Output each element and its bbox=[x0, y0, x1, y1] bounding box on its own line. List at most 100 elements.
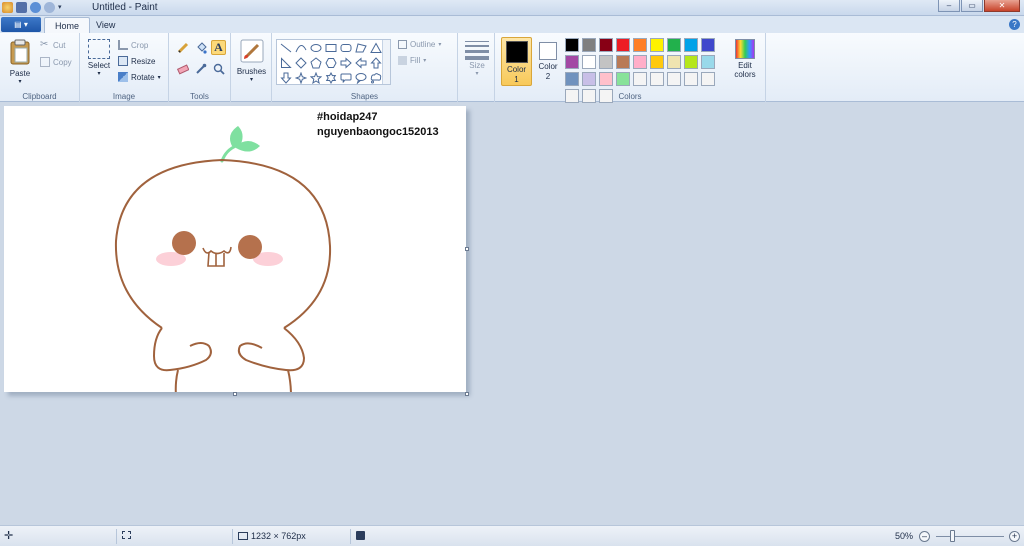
cursor-position: ✛ bbox=[4, 531, 13, 542]
color1-label: Color 1 bbox=[506, 65, 527, 84]
hexagon-shape-icon[interactable] bbox=[324, 56, 338, 70]
color2-button[interactable]: Color 2 bbox=[535, 37, 561, 82]
fill-button[interactable]: Fill ▾ bbox=[398, 56, 426, 65]
undo-icon[interactable] bbox=[30, 2, 41, 13]
triangle-shape-icon[interactable] bbox=[369, 41, 383, 55]
text-icon[interactable]: A bbox=[211, 40, 226, 55]
palette-swatch[interactable] bbox=[565, 55, 579, 69]
palette-swatch[interactable] bbox=[684, 38, 698, 52]
palette-swatch[interactable] bbox=[650, 55, 664, 69]
color1-button[interactable]: Color 1 bbox=[501, 37, 532, 86]
app-menu-button[interactable]: ▤ ▾ bbox=[1, 17, 41, 32]
palette-swatch[interactable] bbox=[701, 38, 715, 52]
copy-button[interactable]: Copy bbox=[40, 57, 72, 67]
palette-swatch[interactable] bbox=[633, 72, 647, 86]
resize-handle-corner[interactable] bbox=[465, 392, 469, 396]
palette-swatch[interactable] bbox=[701, 72, 715, 86]
color-picker-icon[interactable] bbox=[193, 61, 208, 76]
cloud-callout-shape-icon[interactable] bbox=[369, 71, 383, 85]
outline-button[interactable]: Outline ▾ bbox=[398, 40, 441, 49]
zoom-in-button[interactable]: + bbox=[1009, 531, 1020, 542]
polygon-shape-icon[interactable] bbox=[354, 41, 368, 55]
shapes-scrollbar[interactable] bbox=[382, 40, 390, 84]
resize-button[interactable]: Resize bbox=[118, 56, 155, 66]
rectangle-shape-icon[interactable] bbox=[324, 41, 338, 55]
tab-home[interactable]: Home bbox=[44, 17, 91, 33]
curve-shape-icon[interactable] bbox=[294, 41, 308, 55]
customize-qat-icon[interactable]: ▾ bbox=[58, 2, 66, 13]
rounded-callout-shape-icon[interactable] bbox=[339, 71, 353, 85]
palette-swatch[interactable] bbox=[701, 55, 715, 69]
rotate-button[interactable]: Rotate ▾ bbox=[118, 72, 161, 82]
edit-colors-button[interactable]: Edit colors bbox=[731, 39, 759, 79]
eraser-icon[interactable] bbox=[175, 61, 190, 76]
palette-swatch[interactable] bbox=[667, 38, 681, 52]
image-dimensions-text: 1232 × 762px bbox=[251, 531, 306, 541]
redo-icon[interactable] bbox=[44, 2, 55, 13]
left-arrow-shape-icon[interactable] bbox=[354, 56, 368, 70]
rounded-rectangle-shape-icon[interactable] bbox=[339, 41, 353, 55]
right-arrow-shape-icon[interactable] bbox=[339, 56, 353, 70]
palette-swatch[interactable] bbox=[599, 55, 613, 69]
fill-icon[interactable] bbox=[193, 40, 208, 55]
brushes-group: Brushes ▾ bbox=[231, 33, 272, 102]
palette-swatch[interactable] bbox=[616, 38, 630, 52]
pentagon-shape-icon[interactable] bbox=[309, 56, 323, 70]
cut-button[interactable]: ✂ Cut bbox=[40, 40, 65, 50]
right-triangle-shape-icon[interactable] bbox=[279, 56, 293, 70]
color-spectrum-icon bbox=[735, 39, 755, 59]
zoom-slider-track[interactable] bbox=[936, 536, 1004, 537]
minimize-button[interactable]: – bbox=[938, 0, 960, 12]
palette-swatch[interactable] bbox=[582, 38, 596, 52]
diamond-shape-icon[interactable] bbox=[294, 56, 308, 70]
palette-swatch[interactable] bbox=[599, 38, 613, 52]
palette-swatch[interactable] bbox=[565, 38, 579, 52]
pencil-icon[interactable] bbox=[175, 40, 190, 55]
palette-swatch[interactable] bbox=[582, 55, 596, 69]
four-point-star-shape-icon[interactable] bbox=[294, 71, 308, 85]
oval-callout-shape-icon[interactable] bbox=[354, 71, 368, 85]
palette-swatch[interactable] bbox=[650, 72, 664, 86]
paste-label: Paste bbox=[9, 69, 31, 78]
zoom-out-button[interactable]: – bbox=[919, 531, 930, 542]
crop-button[interactable]: Crop bbox=[118, 40, 148, 50]
ribbon: Paste ▾ ✂ Cut Copy Clipboard Select ▾ Cr… bbox=[0, 33, 1024, 103]
resize-handle-bottom[interactable] bbox=[233, 392, 237, 396]
six-point-star-shape-icon[interactable] bbox=[324, 71, 338, 85]
tools-group-label: Tools bbox=[190, 92, 209, 101]
up-arrow-shape-icon[interactable] bbox=[369, 56, 383, 70]
resize-handle-right[interactable] bbox=[465, 247, 469, 251]
palette-swatch[interactable] bbox=[650, 38, 664, 52]
palette-swatch[interactable] bbox=[667, 72, 681, 86]
select-button[interactable]: Select ▾ bbox=[84, 39, 114, 77]
maximize-button[interactable]: ▭ bbox=[961, 0, 983, 12]
oval-shape-icon[interactable] bbox=[309, 41, 323, 55]
palette-swatch[interactable] bbox=[616, 72, 630, 86]
tab-view[interactable]: View bbox=[86, 17, 125, 33]
help-icon[interactable]: ? bbox=[1009, 19, 1020, 30]
down-arrow-shape-icon[interactable] bbox=[279, 71, 293, 85]
size-button[interactable]: Size ▾ bbox=[463, 39, 491, 77]
paint-app-icon[interactable] bbox=[2, 2, 13, 13]
color2-label: Color 2 bbox=[538, 62, 558, 81]
palette-swatch[interactable] bbox=[633, 38, 647, 52]
magnifier-icon[interactable] bbox=[211, 61, 226, 76]
clipboard-group: Paste ▾ ✂ Cut Copy Clipboard bbox=[0, 33, 80, 102]
palette-swatch[interactable] bbox=[633, 55, 647, 69]
close-button[interactable]: ✕ bbox=[984, 0, 1020, 12]
palette-swatch[interactable] bbox=[599, 72, 613, 86]
five-point-star-shape-icon[interactable] bbox=[309, 71, 323, 85]
paste-button[interactable]: Paste ▾ bbox=[6, 39, 34, 85]
line-shape-icon[interactable] bbox=[279, 41, 293, 55]
palette-swatch[interactable] bbox=[565, 72, 579, 86]
palette-swatch[interactable] bbox=[582, 72, 596, 86]
palette-swatch[interactable] bbox=[667, 55, 681, 69]
brushes-button[interactable]: Brushes ▾ bbox=[234, 39, 269, 83]
save-icon[interactable] bbox=[16, 2, 27, 13]
palette-swatch[interactable] bbox=[684, 72, 698, 86]
zoom-slider-thumb[interactable] bbox=[950, 530, 955, 542]
palette-swatch[interactable] bbox=[616, 55, 630, 69]
palette-swatch[interactable] bbox=[684, 55, 698, 69]
rotate-label: Rotate bbox=[131, 72, 155, 82]
drawing-canvas[interactable]: #hoidap247 nguyenbaongoc152013 bbox=[4, 106, 466, 392]
